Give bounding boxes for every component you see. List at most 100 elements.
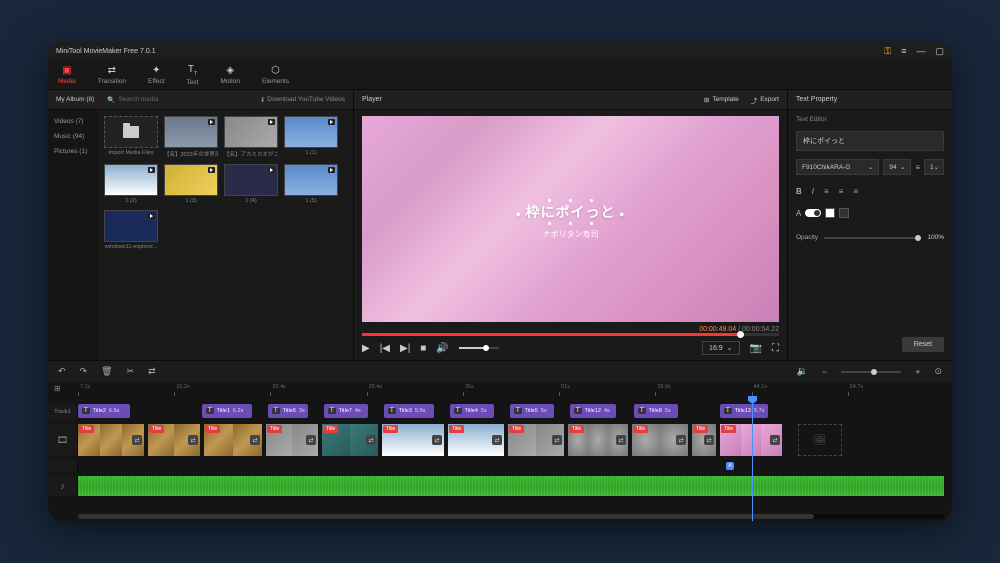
font-select[interactable]: F910ChikARA-G ⌄ [796, 159, 879, 175]
track-head[interactable]: ♪ [48, 476, 78, 496]
transition-icon[interactable]: ⇄ [188, 435, 198, 445]
video-clip[interactable]: Title⇄ [448, 424, 504, 456]
zoom-knob[interactable] [871, 369, 877, 375]
text-content-input[interactable]: 枠にポイっと [796, 131, 944, 151]
play-button[interactable]: ▶ [362, 343, 370, 354]
volume-knob[interactable] [483, 345, 489, 351]
ruler-tick[interactable]: 39.9s [655, 382, 751, 396]
video-overlay-title[interactable]: ● 枠にポイっと ● [516, 202, 626, 222]
title-clip[interactable]: TTitle35.9s [384, 404, 434, 418]
transition-icon[interactable]: ⇄ [770, 435, 780, 445]
snapshot-button[interactable]: 📷 [750, 343, 762, 354]
track-head[interactable]: 🎞 [48, 424, 78, 456]
marker-track[interactable]: A [78, 460, 944, 472]
video-clip[interactable]: Title⇄ [204, 424, 262, 456]
line-height-input[interactable]: 1⌄ [924, 159, 944, 175]
player-seekbar[interactable] [362, 333, 779, 336]
playhead[interactable] [752, 398, 753, 521]
stroke-color-swatch[interactable] [839, 208, 849, 218]
media-thumb[interactable] [104, 116, 158, 148]
aspect-ratio-select[interactable]: 16:9 ⌄ [702, 341, 740, 355]
title-clip[interactable]: TTitle55s [510, 404, 554, 418]
media-album-tab[interactable]: My Album (8) [48, 96, 102, 103]
prev-frame-button[interactable]: |◀ [380, 343, 390, 354]
opacity-knob[interactable] [915, 235, 921, 241]
transition-icon[interactable]: ⇄ [432, 435, 442, 445]
maximize-icon[interactable]: ▢ [935, 46, 944, 57]
align-center-button[interactable]: ≡ [839, 187, 844, 196]
media-thumb[interactable] [284, 164, 338, 196]
media-item[interactable]: 1 (3) [164, 164, 218, 204]
title-clip[interactable]: TTitle26.9s [78, 404, 130, 418]
tab-transition[interactable]: ⇄ Transition [98, 65, 126, 85]
title-track[interactable]: TTitle26.9s TTitle16.2s TTitle63s TTitle74s… [78, 404, 944, 420]
title-clip[interactable]: TTitle63s [268, 404, 308, 418]
align-left-button[interactable]: ≡ [824, 187, 829, 196]
timeline-settings-icon[interactable]: ⊞ [54, 384, 61, 393]
video-clip[interactable]: Title⇄ [568, 424, 628, 456]
fill-color-swatch[interactable] [825, 208, 835, 218]
ruler-tick[interactable]: 54.7s [848, 382, 944, 396]
timeline-ruler[interactable]: 7.2s16.2s22.4s28.4s35s51s39.9s44.1s54.7s [78, 382, 944, 396]
scrollbar-thumb[interactable] [78, 514, 814, 519]
zoom-out-button[interactable]: 🔉 [797, 366, 808, 377]
title-clip[interactable]: TTitle16.2s [202, 404, 252, 418]
tab-motion[interactable]: ◈ Motion [220, 65, 240, 85]
transition-icon[interactable]: ⇄ [132, 435, 142, 445]
zoom-plus-button[interactable]: + [915, 367, 920, 377]
italic-button[interactable]: I [812, 187, 814, 196]
export-button[interactable]: ⤴ Export [751, 95, 779, 105]
reset-button[interactable]: Reset [902, 337, 944, 352]
media-item[interactable]: Import Media Files [104, 116, 158, 158]
zoom-minus-button[interactable]: − [822, 367, 827, 377]
transition-icon[interactable]: ⇄ [704, 435, 714, 445]
title-clip[interactable]: TTitle45s [450, 404, 494, 418]
ruler-tick[interactable]: 16.2s [174, 382, 270, 396]
transition-icon[interactable]: ⇄ [676, 435, 686, 445]
align-right-button[interactable]: ≡ [853, 187, 858, 196]
video-preview[interactable]: ● 枠にポイっと ● ナポリタン寿司 [362, 116, 779, 322]
template-button[interactable]: ⊞ Template [704, 95, 739, 105]
video-clip[interactable]: Title⇄ [266, 424, 318, 456]
title-clip[interactable]: TTitle74s [324, 404, 368, 418]
volume-slider[interactable] [459, 347, 499, 349]
volume-icon[interactable]: 🔊 [436, 343, 448, 354]
tab-effect[interactable]: ✦ Effect [148, 65, 165, 85]
media-thumb[interactable] [224, 116, 278, 148]
marker-icon[interactable]: A [726, 462, 734, 470]
media-thumb[interactable] [104, 210, 158, 242]
video-clip[interactable]: Title⇄ [322, 424, 378, 456]
opacity-slider[interactable] [824, 237, 921, 239]
transition-icon[interactable]: ⇄ [552, 435, 562, 445]
transition-icon[interactable]: ⇄ [492, 435, 502, 445]
undo-button[interactable]: ↶ [58, 366, 66, 377]
tab-text[interactable]: TT Text [187, 64, 199, 86]
video-clip[interactable]: Title⇄ [632, 424, 688, 456]
font-size-input[interactable]: 94⌄ [883, 159, 911, 175]
cat-pictures[interactable]: Pictures (1) [48, 144, 98, 159]
transition-icon[interactable]: ⇄ [366, 435, 376, 445]
video-clip[interactable]: Title⇄ [382, 424, 444, 456]
title-clip[interactable]: TTitle135.7s [720, 404, 768, 418]
media-thumb[interactable] [104, 164, 158, 196]
title-clip[interactable]: TTitle124s [570, 404, 616, 418]
next-frame-button[interactable]: ▶| [400, 343, 410, 354]
transition-icon[interactable]: ⇄ [616, 435, 626, 445]
minimize-icon[interactable]: — [916, 46, 925, 56]
ruler-tick[interactable]: 51s [559, 382, 655, 396]
split-button[interactable]: ✂ [127, 366, 135, 377]
audio-track[interactable] [78, 476, 944, 496]
fill-toggle[interactable] [805, 209, 821, 217]
redo-button[interactable]: ↷ [80, 366, 88, 377]
ruler-tick[interactable]: 44.1s [752, 382, 848, 396]
cat-music[interactable]: Music (94) [48, 129, 98, 144]
delete-button[interactable]: 🗑 [101, 366, 112, 377]
video-clip[interactable]: Title⇄ [720, 424, 782, 456]
fullscreen-button[interactable]: ⛶ [772, 343, 779, 354]
zoom-fit-button[interactable]: ⊙ [934, 366, 942, 377]
drop-zone[interactable]: 🖼 [798, 424, 842, 456]
media-thumb[interactable] [284, 116, 338, 148]
cat-videos[interactable]: Videos (7) [48, 114, 98, 129]
video-clip[interactable]: Title⇄ [508, 424, 564, 456]
transition-icon[interactable]: ⇄ [250, 435, 260, 445]
